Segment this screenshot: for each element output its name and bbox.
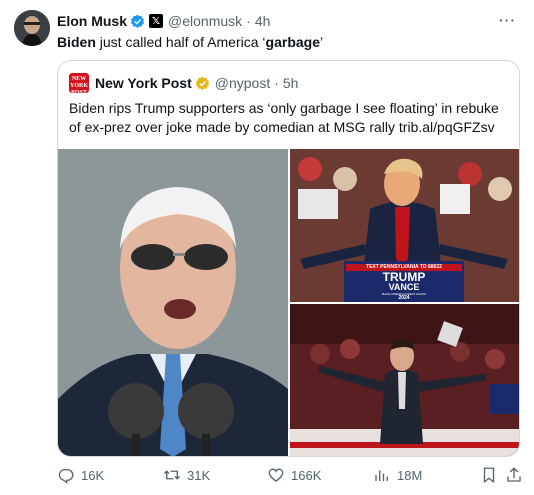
text-part-2: ’: [320, 34, 324, 50]
sign-year: 2024: [398, 295, 410, 301]
quote-text: Biden rips Trump supporters as ‘only gar…: [69, 100, 499, 135]
quote-author-name[interactable]: New York Post: [95, 75, 192, 91]
nypost-avatar[interactable]: NEW YORK POST: [69, 73, 89, 96]
bookmark-icon: [483, 467, 495, 484]
quoted-tweet[interactable]: NEW YORK POST New York Post @nypost · 5h…: [57, 60, 520, 457]
quote-media-grid: TEXT PENNSYLVANIA TO 88022 TRUMP VANCE M…: [58, 149, 519, 456]
action-bar: 16K 31K 166K 18M: [57, 465, 521, 487]
share-button[interactable]: [505, 465, 529, 485]
author-handle[interactable]: @elonmusk: [168, 13, 242, 29]
trump-vance-sign: TEXT PENNSYLVANIA TO 88022 TRUMP VANCE M…: [346, 264, 462, 302]
logo-word-2: YORK: [70, 83, 88, 89]
tweet-header: Elon Musk 𝕏 @elonmusk · 4h: [57, 12, 270, 30]
photo-trump-rally[interactable]: TEXT PENNSYLVANIA TO 88022 TRUMP VANCE M…: [290, 149, 519, 302]
tweet-text: Biden just called half of America ‘garba…: [57, 33, 323, 51]
reply-count: 16K: [81, 467, 105, 483]
gold-check-icon: [195, 76, 210, 91]
logo-word-3: POST: [71, 90, 87, 96]
logo-word-1: NEW: [71, 76, 87, 82]
bookmark-button[interactable]: [480, 465, 504, 485]
like-button[interactable]: 166K: [267, 465, 321, 485]
author-name[interactable]: Elon Musk: [57, 13, 127, 29]
quote-timestamp[interactable]: 5h: [283, 75, 299, 91]
like-icon: [268, 468, 284, 482]
x-affiliate-icon: 𝕏: [149, 14, 164, 28]
sign-vance: VANCE: [388, 282, 420, 292]
tweet: Elon Musk 𝕏 @elonmusk · 4h ··· Biden jus…: [0, 0, 534, 495]
verified-badge-icon: [130, 14, 145, 29]
repost-icon: [164, 470, 180, 480]
text-bold-garbage: garbage: [265, 34, 320, 50]
separator: ·: [246, 13, 251, 29]
photo-comedian-msg[interactable]: [290, 304, 519, 456]
photo-biden[interactable]: [58, 149, 288, 456]
like-count: 166K: [291, 467, 322, 483]
quote-handle[interactable]: @nypost: [215, 75, 270, 91]
repost-button[interactable]: 31K: [163, 465, 210, 485]
views-icon: [375, 470, 388, 481]
more-icon[interactable]: ···: [499, 12, 516, 28]
reply-icon: [58, 469, 74, 484]
repost-count: 31K: [187, 467, 211, 483]
text-part-1: just called half of America ‘: [95, 34, 266, 50]
text-bold-biden: Biden: [57, 34, 96, 50]
reply-button[interactable]: 16K: [57, 465, 104, 485]
share-icon: [507, 467, 521, 482]
quote-separator: ·: [274, 75, 279, 91]
views-count: 18M: [397, 467, 423, 483]
avatar[interactable]: [14, 10, 50, 46]
views-button[interactable]: 18M: [373, 465, 422, 485]
timestamp[interactable]: 4h: [255, 13, 271, 29]
quote-header: NEW YORK POST New York Post @nypost · 5h: [69, 73, 299, 96]
